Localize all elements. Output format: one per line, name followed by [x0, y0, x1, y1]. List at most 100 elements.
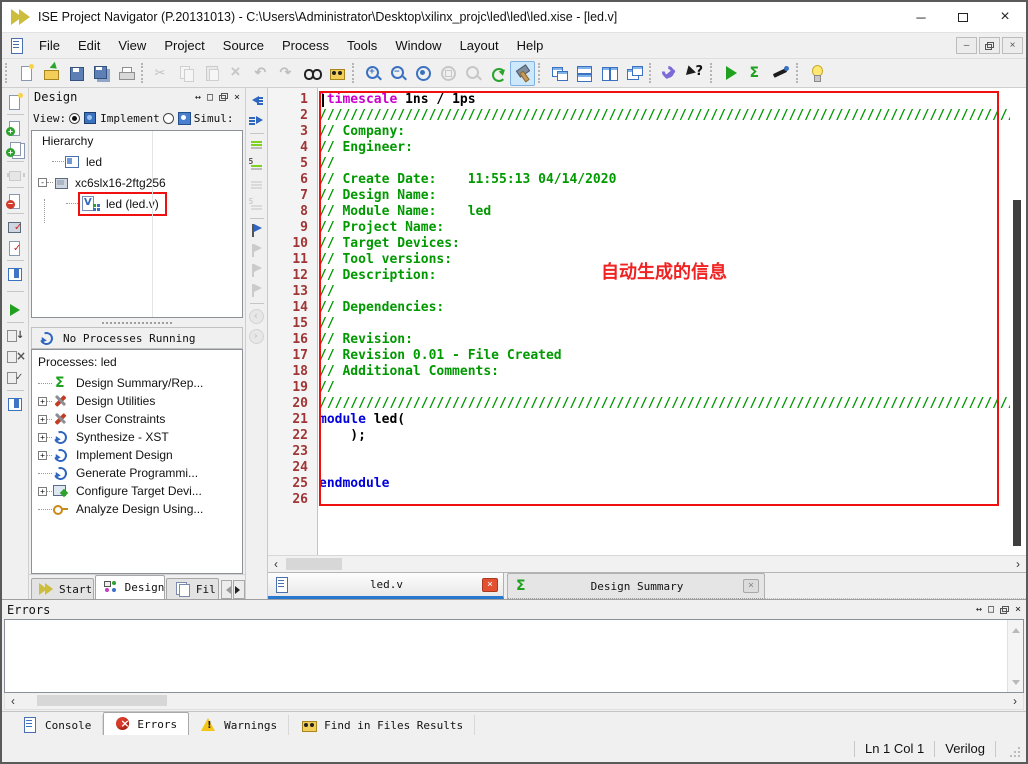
context-help-button[interactable] [682, 61, 707, 86]
expand-icon[interactable]: + [38, 487, 47, 496]
rerun-all-button[interactable] [4, 367, 27, 388]
next-bookmark-button[interactable] [247, 261, 267, 281]
tree-item[interactable]: led [32, 151, 242, 172]
console-tab-errors[interactable]: Errors [103, 712, 189, 735]
zoom-default-button[interactable] [460, 61, 485, 86]
panel-maximize-icon[interactable]: □ [207, 92, 213, 103]
find-button[interactable] [299, 61, 324, 86]
process-item[interactable]: Generate Programmi... [32, 464, 242, 482]
menu-file[interactable]: File [30, 33, 69, 58]
scroll-right-icon[interactable]: › [1010, 556, 1026, 572]
toolbar-group-handle[interactable] [538, 63, 542, 83]
prev-bookmark-button[interactable] [247, 241, 267, 261]
paste-button[interactable] [199, 61, 224, 86]
hammer-button[interactable] [510, 61, 535, 86]
print-button[interactable] [113, 61, 138, 86]
tab-fil[interactable]: Fil [166, 578, 219, 599]
editor-hscrollbar[interactable]: ‹ › [268, 555, 1026, 572]
delete-button[interactable] [224, 61, 249, 86]
tree-item[interactable]: led (led.v) [32, 193, 242, 214]
errors-hscrollbar[interactable]: ‹ › [4, 693, 1024, 710]
run-process-button[interactable] [4, 299, 27, 320]
implement-radio[interactable] [69, 113, 80, 124]
expand-icon[interactable]: + [38, 397, 47, 406]
maximize-button[interactable] [942, 2, 984, 32]
mdi-minimize-button[interactable]: – [956, 37, 977, 54]
toolbar-group-handle[interactable] [649, 63, 653, 83]
expand-icon[interactable]: + [38, 451, 47, 460]
toolbar-group-handle[interactable] [796, 63, 800, 83]
simulation-radio[interactable] [163, 113, 174, 124]
code-text[interactable]: `timescale 1ns / 1ps////////////////////… [319, 92, 1010, 508]
process-item[interactable]: Analyze Design Using... [32, 500, 242, 518]
undo-button[interactable] [249, 61, 274, 86]
panel-float-icon[interactable]: ↔ [195, 92, 201, 103]
code-editor[interactable]: 1234567891011121314151617181920212223242… [268, 88, 1026, 555]
add-copy-source-button[interactable] [4, 138, 27, 159]
errors-close-icon[interactable]: × [1015, 604, 1021, 615]
remove-source-button[interactable] [4, 190, 27, 211]
tree-item[interactable]: -xc6slx16-2ftg256 [32, 172, 242, 193]
resize-grip[interactable] [1008, 745, 1021, 758]
console-tab-find-in-files-results[interactable]: Find in Files Results [289, 715, 475, 735]
mdi-restore-button[interactable] [979, 37, 1000, 54]
nav-forward-button[interactable] [247, 326, 267, 346]
expand-icon[interactable]: + [38, 415, 47, 424]
mdi-close-button[interactable]: × [1002, 37, 1023, 54]
menu-view[interactable]: View [109, 33, 155, 58]
toolbar-group-handle[interactable] [5, 63, 9, 83]
refresh-button[interactable] [485, 61, 510, 86]
add-source-button[interactable] [4, 117, 27, 138]
panel-restore-icon[interactable] [219, 93, 228, 101]
analyze-button[interactable] [768, 61, 793, 86]
chip-check-button[interactable] [4, 216, 27, 237]
doc-check-button[interactable] [4, 237, 27, 258]
tab-scroll-right-button[interactable] [233, 580, 245, 599]
tab-scroll-left-button[interactable] [221, 580, 233, 599]
scroll-left-icon[interactable]: ‹ [5, 693, 21, 709]
menu-layout[interactable]: Layout [451, 33, 508, 58]
errors-vscrollbar[interactable] [1007, 620, 1023, 692]
scroll-up-icon[interactable] [1008, 620, 1024, 636]
menu-project[interactable]: Project [155, 33, 213, 58]
wrench-button[interactable] [657, 61, 682, 86]
bookmark-button[interactable] [247, 221, 267, 241]
zoom-in-button[interactable] [360, 61, 385, 86]
close-icon[interactable]: × [743, 579, 759, 593]
console-tab-console[interactable]: Console [10, 715, 103, 735]
save-button[interactable] [63, 61, 88, 86]
editor-tab-design-summary[interactable]: Design Summary× [507, 573, 765, 599]
cut-button[interactable] [149, 61, 174, 86]
tile-horizontal-button[interactable] [571, 61, 596, 86]
lines-off-button[interactable] [247, 176, 267, 196]
hscroll-thumb[interactable] [286, 558, 342, 570]
menu-edit[interactable]: Edit [69, 33, 109, 58]
tab-design[interactable]: Design [95, 575, 165, 599]
nav-back-button[interactable] [247, 306, 267, 326]
toolbar-group-handle[interactable] [352, 63, 356, 83]
process-table-button[interactable] [4, 393, 27, 414]
zoom-out-button[interactable] [385, 61, 410, 86]
redo-button[interactable] [274, 61, 299, 86]
errors-float-icon[interactable]: ↔ [976, 604, 982, 615]
tab-start[interactable]: Start [31, 578, 94, 599]
run-step-button[interactable] [4, 325, 27, 346]
new-source-button[interactable] [4, 91, 27, 112]
panel-splitter[interactable] [29, 318, 245, 327]
goto-line-off-button[interactable] [247, 196, 267, 216]
process-item[interactable]: +Synthesize - XST [32, 428, 242, 446]
console-tab-warnings[interactable]: Warnings [189, 715, 289, 735]
save-all-button[interactable] [88, 61, 113, 86]
process-item[interactable]: Design Summary/Rep... [32, 374, 242, 392]
arrange-windows-button[interactable] [621, 61, 646, 86]
process-item[interactable]: +Configure Target Devi... [32, 482, 242, 500]
new-file-button[interactable] [13, 61, 38, 86]
process-item[interactable]: +Implement Design [32, 446, 242, 464]
minimize-button[interactable]: ─ [900, 2, 942, 32]
errors-hscroll-thumb[interactable] [37, 695, 167, 706]
toolbar-group-handle[interactable] [141, 63, 145, 83]
column-view-button[interactable] [4, 263, 27, 284]
panel-close-icon[interactable]: × [234, 92, 240, 103]
process-item[interactable]: +User Constraints [32, 410, 242, 428]
menu-source[interactable]: Source [214, 33, 273, 58]
